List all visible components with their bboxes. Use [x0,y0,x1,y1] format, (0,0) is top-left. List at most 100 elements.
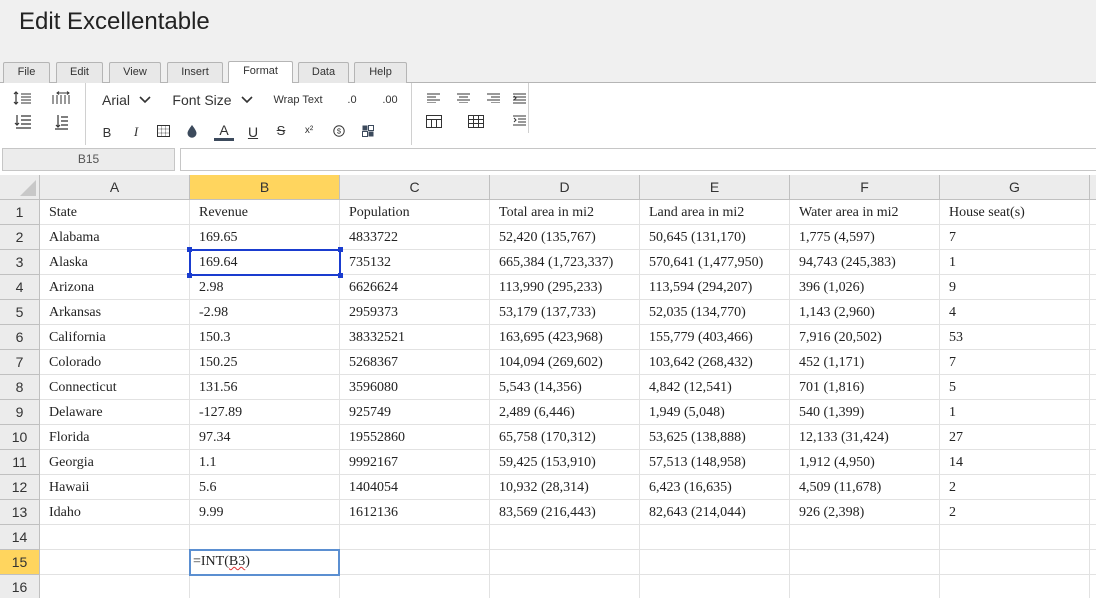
cell-b6[interactable]: 150.3 [190,325,340,350]
cell-h13[interactable] [1090,500,1096,525]
cell-g16[interactable] [940,575,1090,598]
cell-b12[interactable]: 5.6 [190,475,340,500]
cell-a6[interactable]: California [40,325,190,350]
tab-edit[interactable]: Edit [56,62,103,83]
formula-input[interactable] [180,148,1096,171]
cell-f11[interactable]: 1,912 (4,950) [790,450,940,475]
cell-h10[interactable] [1090,425,1096,450]
cell-e15[interactable] [640,550,790,575]
cell-b9[interactable]: -127.89 [190,400,340,425]
cell-h12[interactable] [1090,475,1096,500]
tab-insert[interactable]: Insert [167,62,223,83]
superscript-button[interactable]: x² [301,121,317,139]
strikethrough-button[interactable]: S [273,121,289,139]
cell-g7[interactable]: 7 [940,350,1090,375]
cell-c7[interactable]: 5268367 [340,350,490,375]
row-header-9[interactable]: 9 [0,400,40,425]
cell-d6[interactable]: 163,695 (423,968) [490,325,640,350]
cell-c2[interactable]: 4833722 [340,225,490,250]
cell-c10[interactable]: 19552860 [340,425,490,450]
cell-a12[interactable]: Hawaii [40,475,190,500]
column-header-b[interactable]: B [190,175,340,200]
font-color-button[interactable]: A [213,119,235,143]
row-header-16[interactable]: 16 [0,575,40,598]
row-header-8[interactable]: 8 [0,375,40,400]
cell-c16[interactable] [340,575,490,598]
fill-color-icon[interactable] [184,123,200,139]
cell-e12[interactable]: 6,423 (16,635) [640,475,790,500]
italic-button[interactable]: I [128,123,144,141]
cell-c6[interactable]: 38332521 [340,325,490,350]
cell-d3[interactable]: 665,384 (1,723,337) [490,250,640,275]
cell-a9[interactable]: Delaware [40,400,190,425]
cell-b1[interactable]: Revenue [190,200,340,225]
row-header-5[interactable]: 5 [0,300,40,325]
cell-h5[interactable] [1090,300,1096,325]
cell-a2[interactable]: Alabama [40,225,190,250]
cell-e4[interactable]: 113,594 (294,207) [640,275,790,300]
cell-e8[interactable]: 4,842 (12,541) [640,375,790,400]
cell-d2[interactable]: 52,420 (135,767) [490,225,640,250]
align-justify-icon[interactable] [511,91,527,105]
cell-f10[interactable]: 12,133 (31,424) [790,425,940,450]
align-center-icon[interactable] [455,91,471,105]
cell-g13[interactable]: 2 [940,500,1090,525]
cell-f6[interactable]: 7,916 (20,502) [790,325,940,350]
cell-c15[interactable] [340,550,490,575]
cell-h4[interactable] [1090,275,1096,300]
cell-reference-box[interactable]: B15 [2,148,175,171]
font-family-dropdown[interactable]: Arial [99,89,154,111]
row-header-1[interactable]: 1 [0,200,40,225]
cell-a10[interactable]: Florida [40,425,190,450]
column-header-a[interactable]: A [40,175,190,200]
cell-h7[interactable] [1090,350,1096,375]
row-header-10[interactable]: 10 [0,425,40,450]
cell-d4[interactable]: 113,990 (295,233) [490,275,640,300]
cell-g2[interactable]: 7 [940,225,1090,250]
cell-g4[interactable]: 9 [940,275,1090,300]
cell-editor[interactable]: =INT(B3) [189,549,340,576]
cell-b2[interactable]: 169.65 [190,225,340,250]
cell-h9[interactable] [1090,400,1096,425]
tab-file[interactable]: File [3,62,50,83]
underline-button[interactable]: U [245,123,261,141]
row-header-7[interactable]: 7 [0,350,40,375]
cell-c5[interactable]: 2959373 [340,300,490,325]
cell-a15[interactable] [40,550,190,575]
tab-data[interactable]: Data [298,62,349,83]
cell-c4[interactable]: 6626624 [340,275,490,300]
select-all-corner[interactable] [0,175,40,200]
cell-f3[interactable]: 94,743 (245,383) [790,250,940,275]
row-header-3[interactable]: 3 [0,250,40,275]
row-header-12[interactable]: 12 [0,475,40,500]
selection-handle[interactable] [338,247,343,252]
cell-c11[interactable]: 9992167 [340,450,490,475]
cell-b3[interactable]: 169.64 [190,250,340,275]
currency-icon[interactable]: $ [331,123,347,139]
cell-d11[interactable]: 59,425 (153,910) [490,450,640,475]
row-header-14[interactable]: 14 [0,525,40,550]
tab-format[interactable]: Format [228,61,293,83]
sort-icon[interactable] [50,113,72,131]
cell-g15[interactable] [940,550,1090,575]
cell-h3[interactable] [1090,250,1096,275]
cell-f5[interactable]: 1,143 (2,960) [790,300,940,325]
row-header-13[interactable]: 13 [0,500,40,525]
selection-handle[interactable] [187,247,192,252]
cell-b11[interactable]: 1.1 [190,450,340,475]
cell-d1[interactable]: Total area in mi2 [490,200,640,225]
row-header-11[interactable]: 11 [0,450,40,475]
cell-b7[interactable]: 150.25 [190,350,340,375]
align-left-icon[interactable] [425,91,441,105]
cell-e3[interactable]: 570,641 (1,477,950) [640,250,790,275]
cell-h14[interactable] [1090,525,1096,550]
tab-help[interactable]: Help [354,62,407,83]
cell-e9[interactable]: 1,949 (5,048) [640,400,790,425]
cell-d5[interactable]: 53,179 (137,733) [490,300,640,325]
row-header-2[interactable]: 2 [0,225,40,250]
table-grid-icon[interactable] [467,113,485,129]
cell-g10[interactable]: 27 [940,425,1090,450]
cell-f9[interactable]: 540 (1,399) [790,400,940,425]
cell-f13[interactable]: 926 (2,398) [790,500,940,525]
cell-d8[interactable]: 5,543 (14,356) [490,375,640,400]
